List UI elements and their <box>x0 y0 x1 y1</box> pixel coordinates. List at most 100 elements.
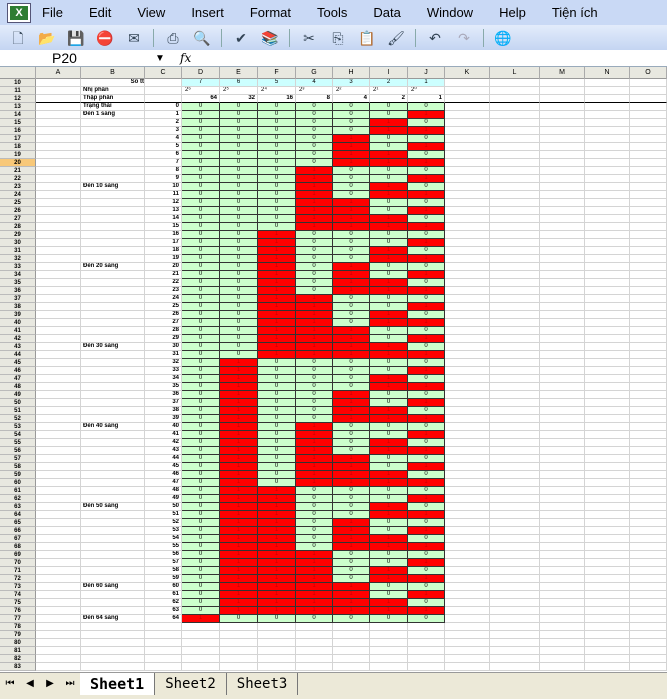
lamp-on-cell[interactable]: 1 <box>258 599 296 607</box>
cell-K50[interactable] <box>445 399 490 407</box>
cell-L62[interactable] <box>490 495 540 503</box>
cell-L30[interactable] <box>490 239 540 247</box>
lamp-off-cell[interactable]: 0 <box>333 191 370 199</box>
cell-N21[interactable] <box>585 167 630 175</box>
cell-L68[interactable] <box>490 543 540 551</box>
cell-C72[interactable]: 59 <box>145 575 182 583</box>
first-sheet-icon[interactable]: ⏮ <box>0 673 20 695</box>
cell-B66[interactable] <box>81 527 145 535</box>
cell-N59[interactable] <box>585 471 630 479</box>
cell-M44[interactable] <box>540 351 585 359</box>
lamp-on-cell[interactable]: 1 <box>296 183 333 191</box>
row-header[interactable]: 51 <box>0 407 36 415</box>
lamp-on-cell[interactable]: 1 <box>220 503 258 511</box>
lamp-on-cell[interactable]: 1 <box>333 135 370 143</box>
cell-F79[interactable] <box>258 631 296 639</box>
lamp-off-cell[interactable]: 0 <box>182 447 220 455</box>
lamp-off-cell[interactable]: 0 <box>370 199 408 207</box>
cell-O32[interactable] <box>630 255 667 263</box>
cell-N51[interactable] <box>585 407 630 415</box>
cell-L20[interactable] <box>490 159 540 167</box>
row-header[interactable]: 60 <box>0 479 36 487</box>
cell-O66[interactable] <box>630 527 667 535</box>
lamp-off-cell[interactable]: 0 <box>296 527 333 535</box>
cell-C40[interactable]: 27 <box>145 319 182 327</box>
lamp-on-cell[interactable]: 1 <box>370 127 408 135</box>
cell-C75[interactable]: 62 <box>145 599 182 607</box>
cell-N38[interactable] <box>585 303 630 311</box>
cell-L47[interactable] <box>490 375 540 383</box>
lamp-off-cell[interactable]: 0 <box>258 463 296 471</box>
cell-L21[interactable] <box>490 167 540 175</box>
cell-M69[interactable] <box>540 551 585 559</box>
cell-N17[interactable] <box>585 135 630 143</box>
cell-L10[interactable] <box>490 79 540 87</box>
cell-N53[interactable] <box>585 423 630 431</box>
lamp-on-cell[interactable]: 1 <box>220 607 258 615</box>
lamp-off-cell[interactable]: 0 <box>408 151 445 159</box>
lamp-off-cell[interactable]: 0 <box>370 167 408 175</box>
cell-M33[interactable] <box>540 263 585 271</box>
cell-O79[interactable] <box>630 631 667 639</box>
cell-B70[interactable] <box>81 559 145 567</box>
lamp-on-cell[interactable]: 1 <box>408 159 445 167</box>
cell-A25[interactable] <box>36 199 81 207</box>
cell-N58[interactable] <box>585 463 630 471</box>
row-header[interactable]: 27 <box>0 215 36 223</box>
lamp-on-cell[interactable]: 1 <box>408 575 445 583</box>
cell-K42[interactable] <box>445 335 490 343</box>
lamp-on-cell[interactable]: 1 <box>258 591 296 599</box>
cell-L57[interactable] <box>490 455 540 463</box>
cell-K58[interactable] <box>445 463 490 471</box>
menu-data[interactable]: Data <box>373 5 400 20</box>
cell-C77[interactable]: 64 <box>145 615 182 623</box>
cell-B53[interactable]: Đèn 40 sáng <box>81 423 145 431</box>
cell-L28[interactable] <box>490 223 540 231</box>
cell-N16[interactable] <box>585 127 630 135</box>
lamp-off-cell[interactable]: 0 <box>182 503 220 511</box>
cell-K24[interactable] <box>445 191 490 199</box>
cell-B12[interactable]: Thập phân <box>81 95 145 103</box>
lamp-off-cell[interactable]: 0 <box>258 383 296 391</box>
lamp-off-cell[interactable]: 0 <box>333 439 370 447</box>
cell-L52[interactable] <box>490 415 540 423</box>
format-painter-icon[interactable]: 🖌 <box>386 29 406 47</box>
cell-M35[interactable] <box>540 279 585 287</box>
lamp-off-cell[interactable]: 0 <box>370 271 408 279</box>
lamp-off-cell[interactable]: 0 <box>296 615 333 623</box>
row-header[interactable]: 37 <box>0 295 36 303</box>
lamp-off-cell[interactable]: 0 <box>258 151 296 159</box>
cell-B51[interactable] <box>81 407 145 415</box>
lamp-off-cell[interactable]: 0 <box>370 615 408 623</box>
lamp-on-cell[interactable]: 1 <box>370 319 408 327</box>
lamp-off-cell[interactable]: 0 <box>182 367 220 375</box>
function-icon[interactable]: fx <box>180 50 200 66</box>
cell-N67[interactable] <box>585 535 630 543</box>
lamp-on-cell[interactable]: 1 <box>333 143 370 151</box>
cell-O39[interactable] <box>630 311 667 319</box>
lamp-on-cell[interactable]: 1 <box>258 495 296 503</box>
cell-O50[interactable] <box>630 399 667 407</box>
cell-C14[interactable]: 1 <box>145 111 182 119</box>
lamp-on-cell[interactable]: 1 <box>408 287 445 295</box>
cell-N60[interactable] <box>585 479 630 487</box>
cell-M52[interactable] <box>540 415 585 423</box>
lamp-off-cell[interactable]: 0 <box>333 255 370 263</box>
cell-C15[interactable]: 2 <box>145 119 182 127</box>
cell-B82[interactable] <box>81 655 145 663</box>
cell-C66[interactable]: 53 <box>145 527 182 535</box>
cell-L82[interactable] <box>490 655 540 663</box>
lamp-off-cell[interactable]: 0 <box>296 271 333 279</box>
lamp-off-cell[interactable]: 0 <box>370 335 408 343</box>
row-header[interactable]: 78 <box>0 623 36 631</box>
cell-K72[interactable] <box>445 575 490 583</box>
cell-L38[interactable] <box>490 303 540 311</box>
cell-F81[interactable] <box>258 647 296 655</box>
lamp-on-cell[interactable]: 1 <box>370 479 408 487</box>
lamp-on-cell[interactable]: 1 <box>296 447 333 455</box>
row-header[interactable]: 50 <box>0 399 36 407</box>
cell-K56[interactable] <box>445 447 490 455</box>
row-header[interactable]: 24 <box>0 191 36 199</box>
cell-L32[interactable] <box>490 255 540 263</box>
lamp-off-cell[interactable]: 0 <box>182 151 220 159</box>
